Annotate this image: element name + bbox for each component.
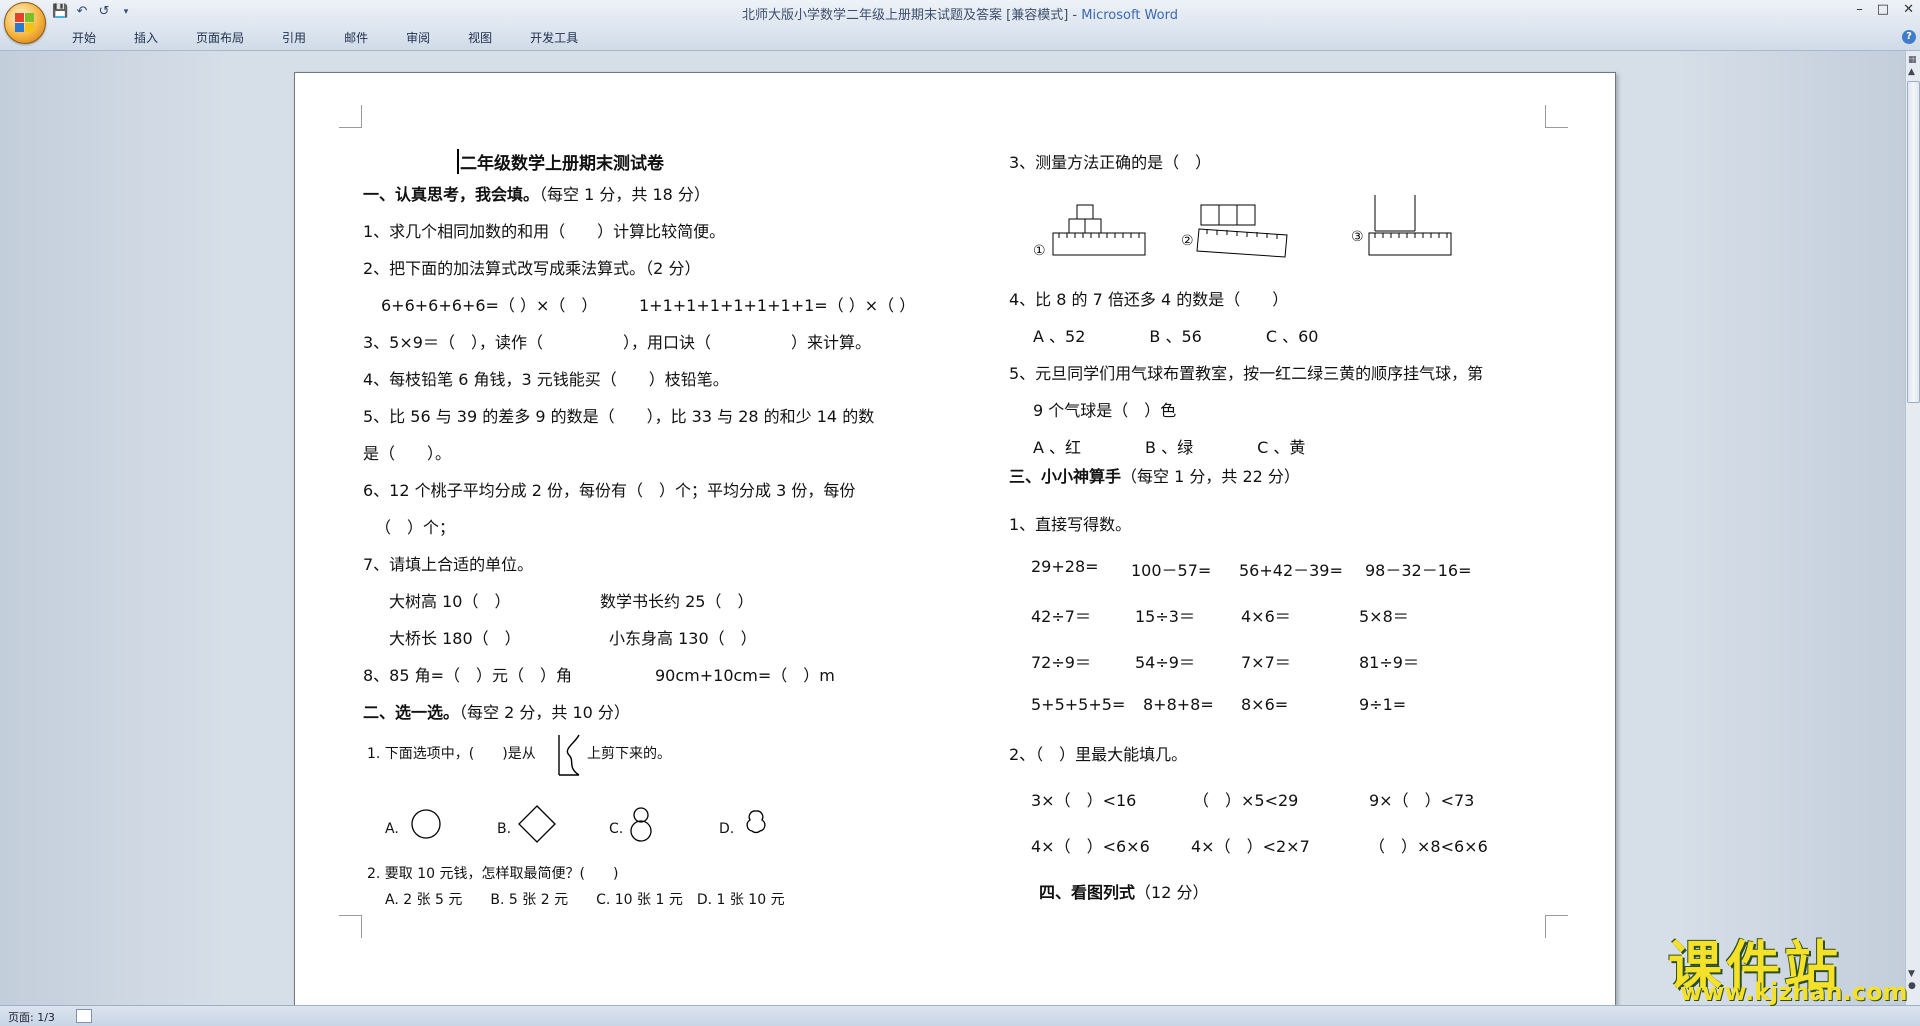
title-bar: 北师大版小学数学二年级上册期末试题及答案 [兼容模式] - Microsoft … <box>0 0 1920 26</box>
tab-mailings[interactable]: 邮件 <box>332 30 380 46</box>
question-line[interactable]: A 、红 B 、绿 C 、黄 <box>1033 434 1305 458</box>
ruler-toggle-icon[interactable]: ▦ <box>1908 55 1917 65</box>
ruler-measure-figure-2[interactable] <box>1195 201 1291 261</box>
window-title: 北师大版小学数学二年级上册期末试题及答案 [兼容模式] - Microsoft … <box>742 8 1178 23</box>
fill-item[interactable]: （ ）×8<6×6 <box>1369 833 1488 857</box>
calc-item[interactable]: 54÷9＝ <box>1135 649 1195 673</box>
calc-item[interactable]: 29+28= <box>1031 557 1099 576</box>
fill-item[interactable]: 4×（ ）<6×6 <box>1031 833 1150 857</box>
restore-icon[interactable]: □ <box>1877 2 1889 17</box>
document-page[interactable]: 二年级数学上册期末测试卷 一、认真思考，我会填。（每空 1 分，共 18 分） … <box>294 72 1616 1005</box>
right-column: 3、测量方法正确的是（ ） ① ② ③ 4、比 8 的 7 倍还多 4 的数是（… <box>295 73 1615 973</box>
proofing-icon[interactable] <box>76 1009 92 1023</box>
office-button[interactable] <box>4 2 46 44</box>
calc-item[interactable]: 98－32－16= <box>1365 557 1472 581</box>
question-line[interactable]: 5、元旦同学们用气球布置教室，按一红二绿三黄的顺序挂气球，第 <box>1009 360 1483 384</box>
save-icon[interactable]: 💾 <box>52 4 68 20</box>
scroll-down-icon[interactable]: ▼ <box>1908 969 1915 979</box>
quick-access-toolbar: 💾 ↶ ↺ ▾ <box>52 4 134 20</box>
figure-label: ② <box>1181 233 1194 249</box>
question-line[interactable]: 9 个气球是（ ）色 <box>1033 397 1176 421</box>
office-logo-icon <box>15 13 35 33</box>
calc-item[interactable]: 7×7＝ <box>1241 649 1291 673</box>
undo-icon[interactable]: ↶ <box>74 4 90 20</box>
site-watermark: 课件站 www.kjzhan.com <box>1668 922 1908 1006</box>
figure-label: ③ <box>1351 229 1364 245</box>
calc-item[interactable]: 72÷9＝ <box>1031 649 1091 673</box>
section-4-heading[interactable]: 四、看图列式（12 分） <box>1039 879 1208 903</box>
status-bar: 页面: 1/3 <box>0 1005 1920 1026</box>
window-controls: – □ ✕ <box>1856 2 1914 17</box>
scroll-up-icon[interactable]: ▲ <box>1908 67 1915 77</box>
ribbon: 开始 插入 页面布局 引用 邮件 审阅 视图 开发工具 ? <box>0 26 1920 51</box>
question-line[interactable]: 4、比 8 的 7 倍还多 4 的数是（ ） <box>1009 286 1288 310</box>
fill-item[interactable]: 4×（ ）<2×7 <box>1191 833 1310 857</box>
minimize-icon[interactable]: – <box>1856 2 1863 17</box>
calc-item[interactable]: 5×8＝ <box>1359 603 1409 627</box>
fill-item[interactable]: 3×（ ）<16 <box>1031 787 1136 811</box>
calc-item[interactable]: 100－57= <box>1131 557 1211 581</box>
calc-item[interactable]: 81÷9＝ <box>1359 649 1419 673</box>
question-line[interactable]: 1、直接写得数。 <box>1009 511 1131 535</box>
ruler-measure-figure-3[interactable] <box>1365 191 1455 261</box>
ruler-measure-figure-1[interactable] <box>1047 201 1147 261</box>
tab-page-layout[interactable]: 页面布局 <box>184 30 256 46</box>
redo-icon[interactable]: ↺ <box>96 4 112 20</box>
page-indicator[interactable]: 页面: 1/3 <box>8 1009 55 1025</box>
calc-item[interactable]: 56+42－39= <box>1239 557 1343 581</box>
tab-developer[interactable]: 开发工具 <box>518 30 590 46</box>
select-browse-object-icon[interactable]: ● <box>1908 981 1916 991</box>
fill-item[interactable]: （ ）×5<29 <box>1193 787 1298 811</box>
tab-references[interactable]: 引用 <box>270 30 318 46</box>
ribbon-tabs: 开始 插入 页面布局 引用 邮件 审阅 视图 开发工具 <box>60 30 604 46</box>
calc-item[interactable]: 15÷3＝ <box>1135 603 1195 627</box>
figure-label: ① <box>1033 243 1046 259</box>
section-3-heading[interactable]: 三、小小神算手（每空 1 分，共 22 分） <box>1009 463 1300 487</box>
calc-item[interactable]: 8×6= <box>1241 695 1288 714</box>
help-icon[interactable]: ? <box>1902 30 1916 44</box>
tab-review[interactable]: 审阅 <box>394 30 442 46</box>
vertical-scrollbar[interactable]: ▦ ▲ ▼ ● <box>1905 51 1920 1005</box>
calc-item[interactable]: 4×6＝ <box>1241 603 1291 627</box>
scroll-thumb[interactable] <box>1907 81 1920 403</box>
customize-qat-icon[interactable]: ▾ <box>118 4 134 20</box>
tab-insert[interactable]: 插入 <box>122 30 170 46</box>
close-icon[interactable]: ✕ <box>1903 2 1914 17</box>
calc-item[interactable]: 42÷7＝ <box>1031 603 1091 627</box>
document-workspace: 二年级数学上册期末测试卷 一、认真思考，我会填。（每空 1 分，共 18 分） … <box>0 51 1906 1005</box>
calc-item[interactable]: 8+8+8= <box>1143 695 1214 714</box>
question-line[interactable]: A 、52 B 、56 C 、60 <box>1033 323 1318 347</box>
tab-view[interactable]: 视图 <box>456 30 504 46</box>
tab-home[interactable]: 开始 <box>60 30 108 46</box>
watermark-url: www.kjzhan.com <box>1680 978 1908 1006</box>
calc-item[interactable]: 5+5+5+5= <box>1031 695 1125 714</box>
fill-item[interactable]: 9×（ ）<73 <box>1369 787 1474 811</box>
calc-item[interactable]: 9÷1= <box>1359 695 1406 714</box>
question-line[interactable]: 3、测量方法正确的是（ ） <box>1009 149 1211 173</box>
question-line[interactable]: 2、（ ）里最大能填几。 <box>1009 741 1187 765</box>
